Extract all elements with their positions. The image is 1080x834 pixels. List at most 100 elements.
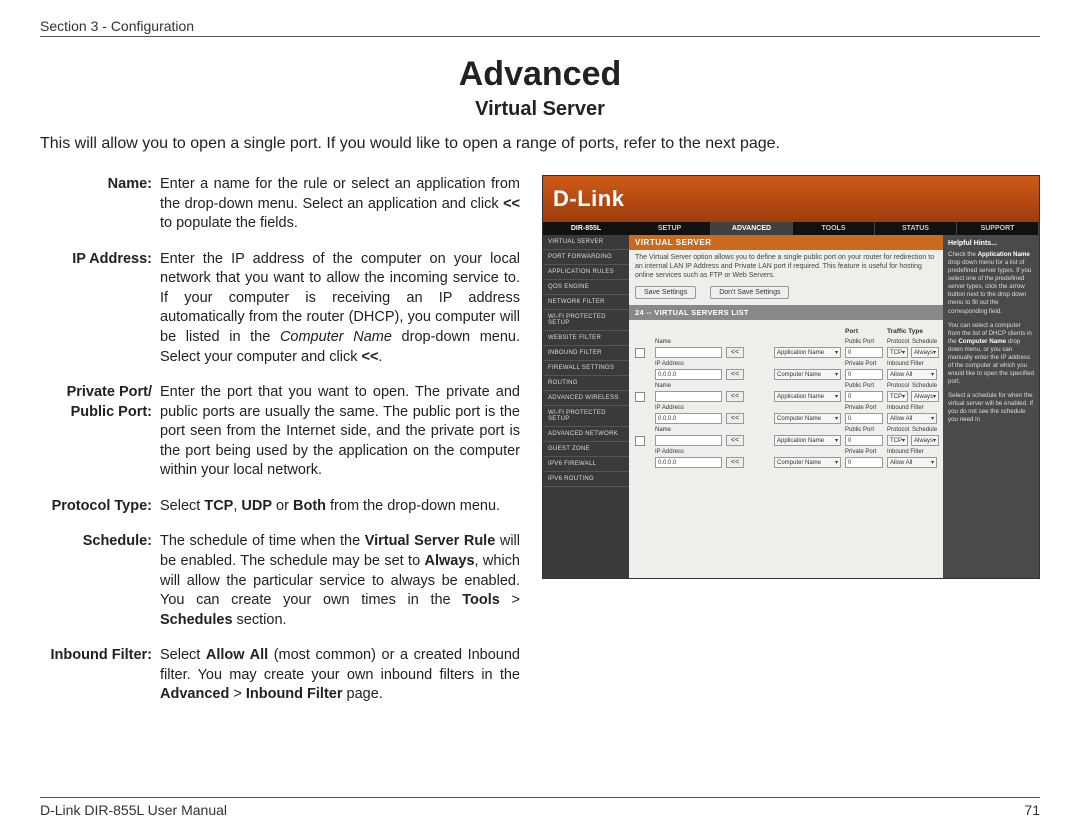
page-subtitle: Virtual Server: [40, 98, 1040, 121]
schedule-select[interactable]: Always▾: [911, 435, 939, 446]
private-port-input[interactable]: 0: [845, 369, 883, 380]
lbl-public-port: Public Port: [845, 426, 883, 433]
col-port: Port: [845, 328, 883, 335]
def-sched-text: The schedule of time when the Virtual Se…: [160, 532, 520, 630]
private-port-input[interactable]: 0: [845, 413, 883, 424]
lbl-public-port: Public Port: [845, 338, 883, 345]
lbl-schedule: Schedule: [912, 338, 937, 345]
name-input[interactable]: [655, 347, 722, 358]
lbl-protocol: Protocol: [887, 426, 909, 433]
application-select[interactable]: Application Name▾: [774, 391, 841, 402]
hints-panel: Helpful Hints... Check the Application N…: [943, 235, 1039, 578]
def-inbound-text: Select Allow All (most common) or a crea…: [160, 646, 520, 705]
sidebar-item-ipv6-routing[interactable]: IPV6 ROUTING: [543, 472, 629, 487]
sidebar-item-inbound-filter[interactable]: INBOUND FILTER: [543, 346, 629, 361]
save-button[interactable]: Save Settings: [635, 286, 696, 299]
def-name-label: Name:: [40, 175, 160, 234]
schedule-select[interactable]: Always▾: [911, 347, 939, 358]
copy-computer-button[interactable]: <<: [726, 413, 744, 424]
model-label: DIR-855L: [543, 222, 629, 235]
application-select[interactable]: Application Name▾: [774, 347, 841, 358]
footer-left: D-Link DIR-855L User Manual: [40, 802, 227, 818]
name-input[interactable]: [655, 435, 722, 446]
public-port-input[interactable]: 0: [845, 391, 883, 402]
computer-select[interactable]: Computer Name▾: [774, 369, 841, 380]
lbl-protocol: Protocol: [887, 338, 909, 345]
tab-tools[interactable]: TOOLS: [793, 222, 875, 235]
tab-support[interactable]: SUPPORT: [957, 222, 1039, 235]
computer-select[interactable]: Computer Name▾: [774, 413, 841, 424]
lbl-schedule: Schedule: [912, 382, 937, 389]
sidebar-item-adv-wireless[interactable]: ADVANCED WIRELESS: [543, 391, 629, 406]
sidebar-item-wps2[interactable]: WI-FI PROTECTED SETUP: [543, 406, 629, 427]
lbl-inbound: Inbound Filter: [887, 360, 937, 367]
name-input[interactable]: [655, 391, 722, 402]
sidebar-item-network-filter[interactable]: NETWORK FILTER: [543, 295, 629, 310]
sidebar-item-guest-zone[interactable]: GUEST ZONE: [543, 442, 629, 457]
public-port-input[interactable]: 0: [845, 347, 883, 358]
lbl-ip: IP Address: [655, 404, 722, 411]
def-proto-text: Select TCP, UDP or Both from the drop-do…: [160, 497, 520, 517]
ip-input[interactable]: 0.0.0.0: [655, 457, 722, 468]
inbound-select[interactable]: Allow All▾: [887, 369, 937, 380]
enable-checkbox[interactable]: [635, 392, 645, 402]
enable-checkbox[interactable]: [635, 436, 645, 446]
application-select[interactable]: Application Name▾: [774, 435, 841, 446]
virtual-servers-table: Port Traffic Type Name Public Port Protoco…: [629, 320, 943, 475]
sidebar-item-firewall[interactable]: FIREWALL SETTINGS: [543, 361, 629, 376]
def-ip-label: IP Address:: [40, 250, 160, 367]
sidebar-item-website-filter[interactable]: WEBSITE FILTER: [543, 331, 629, 346]
schedule-select[interactable]: Always▾: [911, 391, 939, 402]
computer-select[interactable]: Computer Name▾: [774, 457, 841, 468]
enable-checkbox[interactable]: [635, 348, 645, 358]
protocol-select[interactable]: TCP▾: [887, 435, 908, 446]
lbl-name: Name: [655, 338, 722, 345]
tab-setup[interactable]: SETUP: [629, 222, 711, 235]
copy-app-button[interactable]: <<: [726, 435, 744, 446]
def-ip-text: Enter the IP address of the computer on …: [160, 250, 520, 367]
col-traffic: Traffic Type: [887, 328, 937, 335]
def-name-text: Enter a name for the rule or select an a…: [160, 175, 520, 234]
definitions-column: Name: Enter a name for the rule or selec…: [40, 175, 520, 721]
sidebar-item-application-rules[interactable]: APPLICATION RULES: [543, 265, 629, 280]
dont-save-button[interactable]: Don't Save Settings: [710, 286, 789, 299]
lbl-protocol: Protocol: [887, 382, 909, 389]
def-port-text: Enter the port that you want to open. Th…: [160, 383, 520, 481]
lbl-public-port: Public Port: [845, 382, 883, 389]
protocol-select[interactable]: TCP▾: [887, 391, 908, 402]
sidebar-item-routing[interactable]: ROUTING: [543, 376, 629, 391]
panel-title: VIRTUAL SERVER: [629, 235, 943, 250]
sidebar-item-wps[interactable]: WI-FI PROTECTED SETUP: [543, 310, 629, 331]
sidebar-item-adv-network[interactable]: ADVANCED NETWORK: [543, 427, 629, 442]
inbound-select[interactable]: Allow All▾: [887, 413, 937, 424]
footer-page-number: 71: [1024, 802, 1040, 818]
lbl-private-port: Private Port: [845, 360, 883, 367]
tab-status[interactable]: STATUS: [875, 222, 957, 235]
tab-advanced[interactable]: ADVANCED: [711, 222, 793, 235]
page-title: Advanced: [40, 55, 1040, 94]
def-sched-label: Schedule:: [40, 532, 160, 630]
lbl-ip: IP Address: [655, 360, 722, 367]
lbl-ip: IP Address: [655, 448, 722, 455]
sidebar-item-qos-engine[interactable]: QOS ENGINE: [543, 280, 629, 295]
sidebar-item-virtual-server[interactable]: VIRTUAL SERVER: [543, 235, 629, 250]
ip-input[interactable]: 0.0.0.0: [655, 413, 722, 424]
breadcrumb: Section 3 - Configuration: [40, 18, 1040, 37]
brand-banner: D-Link: [543, 176, 1039, 222]
def-port-label: Private Port/Public Port:: [40, 383, 160, 481]
panel-description: The Virtual Server option allows you to …: [629, 250, 943, 286]
copy-computer-button[interactable]: <<: [726, 457, 744, 468]
router-screenshot: D-Link DIR-855L VIRTUAL SERVER PORT FORW…: [542, 175, 1040, 579]
sidebar-item-port-forwarding[interactable]: PORT FORWARDING: [543, 250, 629, 265]
protocol-select[interactable]: TCP▾: [887, 347, 908, 358]
private-port-input[interactable]: 0: [845, 457, 883, 468]
public-port-input[interactable]: 0: [845, 435, 883, 446]
lbl-private-port: Private Port: [845, 404, 883, 411]
inbound-select[interactable]: Allow All▾: [887, 457, 937, 468]
lbl-inbound: Inbound Filter: [887, 404, 937, 411]
copy-app-button[interactable]: <<: [726, 347, 744, 358]
copy-computer-button[interactable]: <<: [726, 369, 744, 380]
sidebar-item-ipv6-firewall[interactable]: IPV6 FIREWALL: [543, 457, 629, 472]
copy-app-button[interactable]: <<: [726, 391, 744, 402]
ip-input[interactable]: 0.0.0.0: [655, 369, 722, 380]
